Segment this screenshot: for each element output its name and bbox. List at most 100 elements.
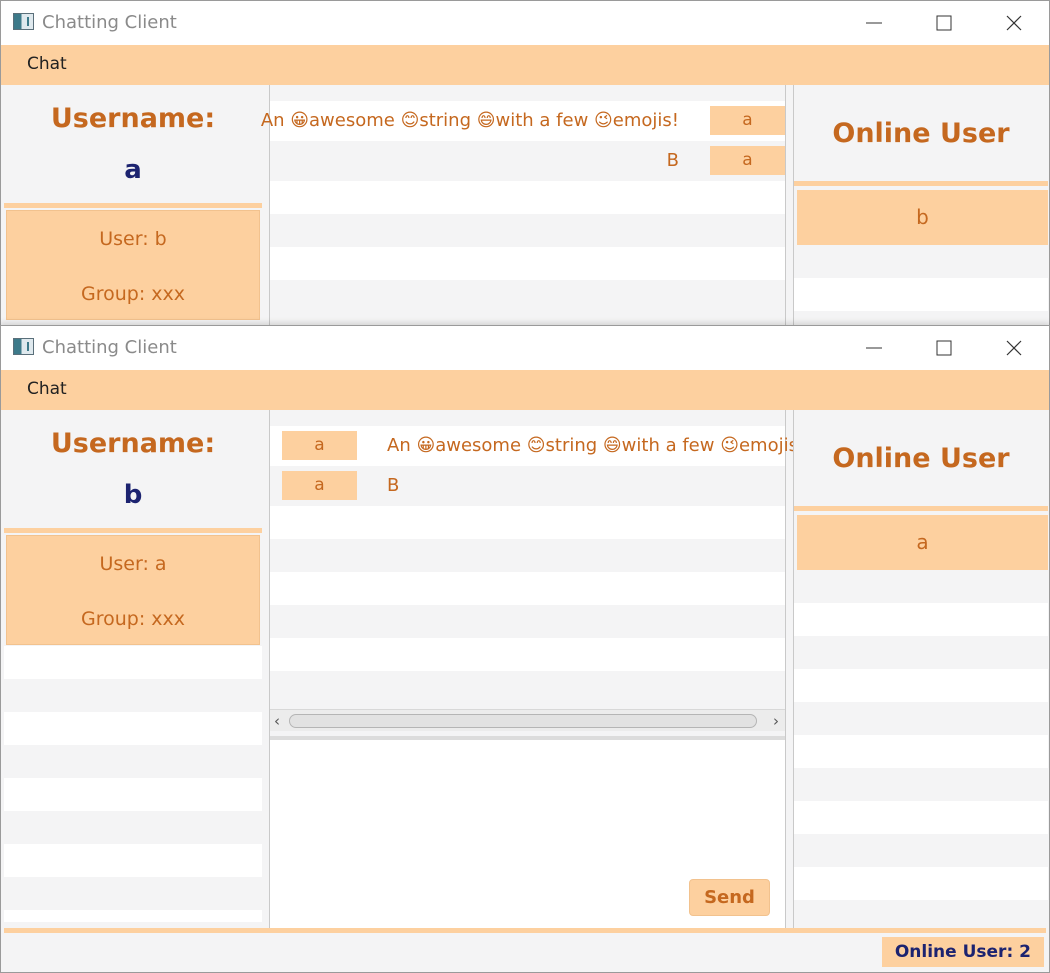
- list-row: [794, 834, 1048, 867]
- username-value: b: [123, 480, 143, 510]
- menu-chat[interactable]: Chat: [27, 379, 67, 399]
- list-row: [794, 768, 1048, 801]
- message-row[interactable]: a B: [270, 466, 785, 506]
- user-panel: Username: b User: a Group: xxx: [4, 410, 262, 928]
- online-panel: Online User a: [793, 410, 1048, 928]
- list-row: [794, 867, 1048, 900]
- scrollbar-thumb[interactable]: [289, 714, 757, 728]
- close-button[interactable]: [979, 326, 1049, 370]
- list-row: [270, 247, 785, 280]
- chevron-right-icon[interactable]: ›: [773, 712, 779, 730]
- online-title: Online User: [832, 443, 1010, 474]
- chevron-left-icon[interactable]: ‹: [274, 712, 280, 730]
- list-row: [794, 801, 1048, 834]
- list-row: [270, 214, 785, 247]
- close-icon: [1006, 15, 1022, 31]
- message-list[interactable]: An 😀awesome 😊string 😄with a few 😉emojis!…: [261, 85, 786, 325]
- list-row: [794, 245, 1048, 278]
- divider: [4, 528, 262, 533]
- online-user-item[interactable]: b: [797, 190, 1048, 245]
- maximize-icon: [936, 340, 952, 356]
- list-row: [4, 712, 262, 745]
- username-label: Username:: [50, 428, 216, 459]
- close-icon: [1006, 340, 1022, 356]
- chat-window-user-b: Chatting Client Chat Username: b User: a…: [0, 325, 1050, 973]
- list-row: [794, 735, 1048, 768]
- list-row: [270, 671, 785, 704]
- message-text: An 😀awesome 😊string 😄with a few 😉emojis!: [260, 110, 679, 131]
- list-row: [794, 311, 1048, 325]
- list-row: [270, 638, 785, 671]
- sender-tag: a: [282, 471, 357, 500]
- contact-group: Group: xxx: [80, 283, 186, 305]
- list-row: [794, 900, 1048, 920]
- window-title: Chatting Client: [42, 337, 177, 358]
- list-row: [270, 539, 785, 572]
- list-row: [794, 603, 1048, 636]
- list-row: [4, 745, 262, 778]
- minimize-icon: [866, 347, 882, 349]
- minimize-icon: [866, 22, 882, 24]
- list-row: [4, 646, 262, 679]
- username-label: Username:: [50, 103, 216, 134]
- maximize-icon: [936, 15, 952, 31]
- message-row[interactable]: B a: [270, 141, 785, 181]
- list-row: [270, 181, 785, 214]
- sender-tag: a: [282, 431, 357, 460]
- list-row: [4, 844, 262, 877]
- list-row: [4, 778, 262, 811]
- app-window-icon: [13, 338, 34, 355]
- contact-group: Group: xxx: [80, 608, 186, 630]
- list-row: [270, 506, 785, 539]
- username-value: a: [124, 155, 142, 185]
- contact-card[interactable]: User: a Group: xxx: [6, 535, 260, 645]
- list-row: [270, 572, 785, 605]
- list-row: [270, 280, 785, 313]
- list-row: [794, 702, 1048, 735]
- sender-tag: a: [710, 106, 785, 135]
- send-button[interactable]: Send: [689, 879, 770, 916]
- message-text: An 😀awesome 😊string 😄with a few 😉emojis!: [387, 435, 806, 456]
- list-row: [794, 278, 1048, 311]
- window-title: Chatting Client: [42, 12, 177, 33]
- list-row: [4, 910, 262, 922]
- list-row: [270, 410, 785, 426]
- divider: [794, 506, 1048, 511]
- menu-bar: Chat: [1, 370, 1049, 410]
- message-row[interactable]: An 😀awesome 😊string 😄with a few 😉emojis!…: [261, 101, 785, 141]
- minimize-button[interactable]: [839, 326, 909, 370]
- window-body: Username: a User: b Group: xxx An 😀aweso…: [1, 85, 1049, 325]
- online-user-item[interactable]: a: [797, 515, 1048, 570]
- chat-area: a An 😀awesome 😊string 😄with a few 😉emoji…: [269, 410, 805, 928]
- message-text: B: [387, 475, 400, 496]
- close-button[interactable]: [979, 1, 1049, 45]
- divider: [794, 181, 1048, 186]
- minimize-button[interactable]: [839, 1, 909, 45]
- maximize-button[interactable]: [909, 326, 979, 370]
- online-panel: Online User b: [793, 85, 1048, 325]
- list-row: [270, 85, 785, 101]
- contact-card[interactable]: User: b Group: xxx: [6, 210, 260, 320]
- menu-chat[interactable]: Chat: [27, 54, 67, 74]
- user-panel: Username: a User: b Group: xxx: [4, 85, 262, 325]
- horizontal-scrollbar[interactable]: ‹ ›: [270, 709, 785, 731]
- title-bar[interactable]: Chatting Client: [1, 326, 1049, 370]
- contact-user: User: b: [99, 228, 167, 250]
- app-window-icon: [13, 13, 34, 30]
- list-row: [4, 811, 262, 844]
- window-body: Username: b User: a Group: xxx a An 😀awe…: [1, 410, 1049, 972]
- list-row: [4, 679, 262, 712]
- list-row: [270, 605, 785, 638]
- list-row: [794, 570, 1048, 603]
- online-title: Online User: [832, 118, 1010, 149]
- list-row: [4, 877, 262, 910]
- title-bar[interactable]: Chatting Client: [1, 1, 1049, 45]
- list-row: [794, 669, 1048, 702]
- chat-window-user-a: Chatting Client Chat Username: a User: b…: [0, 0, 1050, 326]
- maximize-button[interactable]: [909, 1, 979, 45]
- online-count-badge: Online User: 2: [881, 937, 1044, 967]
- list-row: [794, 636, 1048, 669]
- message-row[interactable]: a An 😀awesome 😊string 😄with a few 😉emoji…: [270, 426, 805, 466]
- contact-user: User: a: [99, 553, 167, 575]
- compose-area[interactable]: Send: [270, 736, 785, 928]
